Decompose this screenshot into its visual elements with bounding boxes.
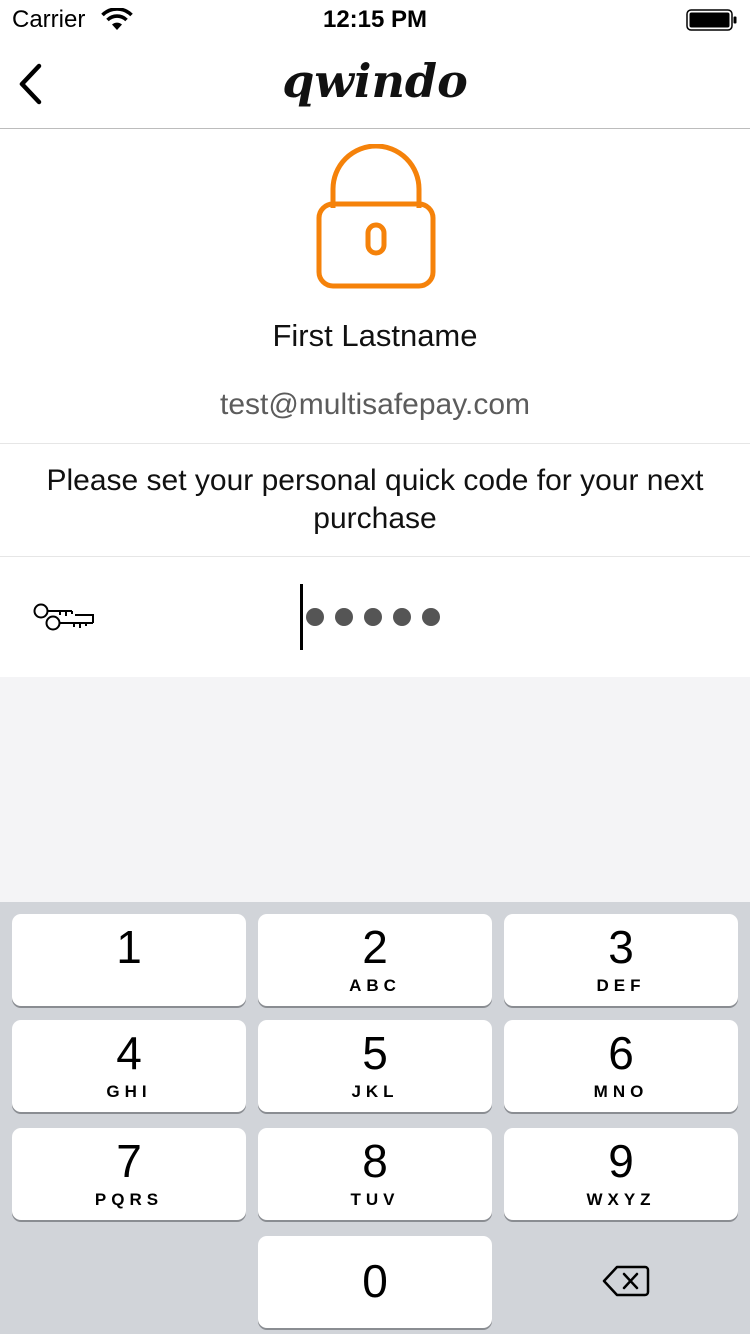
key-4[interactable]: 4 GHI	[12, 1020, 246, 1112]
key-letters: GHI	[106, 1082, 152, 1101]
key-7[interactable]: 7 PQRS	[12, 1128, 246, 1220]
backspace-icon	[602, 1265, 650, 1297]
quick-code-row	[0, 557, 750, 677]
status-time: 12:15 PM	[322, 6, 428, 33]
numeric-keypad: 1 2 ABC 3 DEF 4 GHI 5 JKL 6 MNO 7 PQRS 8…	[0, 902, 750, 1334]
divider	[0, 443, 750, 444]
code-dot	[306, 608, 324, 626]
code-dot	[393, 608, 411, 626]
key-letters: WXYZ	[586, 1190, 656, 1209]
code-dots	[306, 608, 440, 626]
code-dot	[364, 608, 382, 626]
code-dot	[335, 608, 353, 626]
key-digit: 4	[116, 1027, 142, 1079]
key-letters: DEF	[596, 976, 646, 995]
key-1[interactable]: 1	[12, 914, 246, 1006]
key-6[interactable]: 6 MNO	[504, 1020, 738, 1112]
key-letters: MNO	[593, 1082, 649, 1101]
key-digit: 8	[362, 1135, 388, 1187]
key-digit: 5	[362, 1027, 388, 1079]
user-name: First Lastname	[272, 318, 478, 353]
user-email: test@multisafepay.com	[219, 388, 530, 421]
key-8[interactable]: 8 TUV	[258, 1128, 492, 1220]
status-bar: Carrier 12:15 PM	[0, 0, 750, 40]
key-digit: 2	[362, 921, 388, 973]
key-letters: ABC	[349, 976, 401, 995]
code-dot	[422, 608, 440, 626]
brand-logo: qwindo	[282, 54, 468, 108]
key-3[interactable]: 3 DEF	[504, 914, 738, 1006]
key-digit: 9	[608, 1135, 634, 1187]
key-0[interactable]: 0	[258, 1236, 492, 1328]
key-digit: 0	[362, 1255, 388, 1307]
nav-bar: qwindo	[0, 40, 750, 129]
content-background	[0, 677, 750, 902]
battery-icon	[686, 9, 737, 31]
key-letters: JKL	[351, 1082, 399, 1101]
text-cursor	[300, 584, 303, 650]
backspace-button[interactable]	[504, 1236, 738, 1328]
key-digit: 3	[608, 921, 634, 973]
key-digit: 6	[608, 1027, 634, 1079]
key-digit: 1	[116, 921, 142, 973]
instruction-text: Please set your personal quick code for …	[46, 464, 704, 535]
key-digit: 7	[116, 1135, 142, 1187]
key-5[interactable]: 5 JKL	[258, 1020, 492, 1112]
key-letters: TUV	[350, 1190, 400, 1209]
key-2[interactable]: 2 ABC	[258, 914, 492, 1006]
lock-icon	[316, 144, 436, 289]
quick-code-input[interactable]	[298, 581, 458, 653]
key-icon	[33, 603, 94, 631]
key-letters: PQRS	[94, 1190, 164, 1209]
key-9[interactable]: 9 WXYZ	[504, 1128, 738, 1220]
